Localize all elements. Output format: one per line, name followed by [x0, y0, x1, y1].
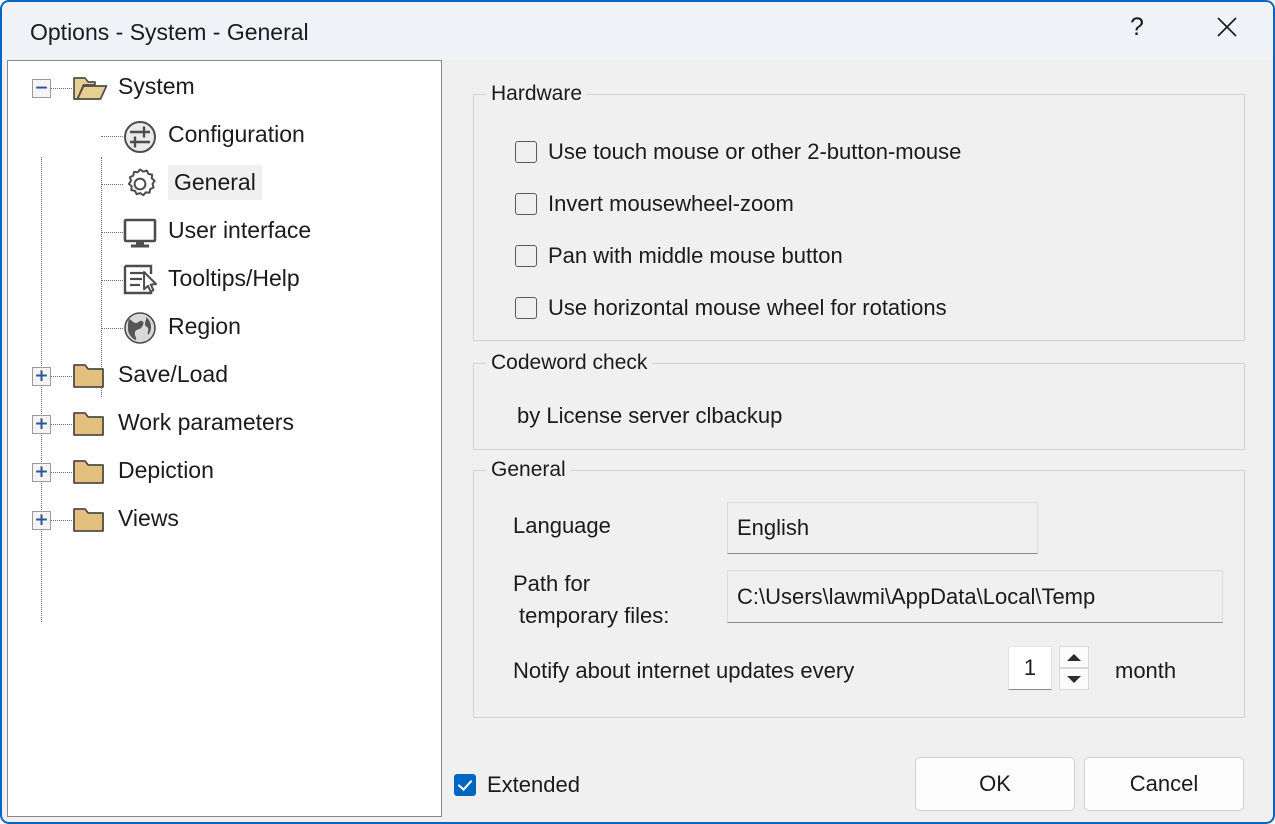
question-mark-icon: ? [1130, 15, 1144, 40]
extended-option[interactable]: Extended [454, 772, 580, 798]
folder-closed-icon [72, 360, 108, 394]
option-label: Invert mousewheel-zoom [548, 191, 794, 217]
document-cursor-icon [122, 263, 158, 297]
close-button[interactable] [1192, 2, 1262, 52]
checkbox-horizontal-wheel-rotations[interactable] [515, 297, 537, 319]
help-button[interactable]: ? [1102, 2, 1172, 52]
folder-open-icon [72, 72, 108, 106]
notify-interval-input[interactable]: 1 [1008, 646, 1052, 690]
expand-toggle-save-load[interactable]: + [32, 367, 51, 386]
tree-item-label: Depiction [118, 457, 214, 484]
tree-connector [101, 232, 123, 234]
close-icon [1214, 14, 1240, 40]
tree-connector [101, 184, 123, 186]
tree-item-label: Region [168, 313, 241, 340]
checkbox-touch-mouse[interactable] [515, 141, 537, 163]
checkbox-invert-mousewheel-zoom[interactable] [515, 193, 537, 215]
ok-button[interactable]: OK [915, 757, 1075, 811]
monitor-icon [122, 217, 158, 251]
temp-path-field[interactable]: C:\Users\lawmi\AppData\Local\Temp [727, 570, 1223, 623]
expand-toggle-work-parameters[interactable]: + [32, 415, 51, 434]
collapse-toggle-system[interactable]: − [32, 79, 51, 98]
notify-interval-unit: month [1115, 658, 1176, 684]
expand-toggle-views[interactable]: + [32, 511, 51, 530]
tree-connector [50, 88, 72, 90]
notify-interval-increment[interactable] [1059, 646, 1089, 668]
checkbox-pan-middle-mouse[interactable] [515, 245, 537, 267]
cancel-button[interactable]: Cancel [1084, 757, 1244, 811]
codeword-check-group-title: Codeword check [486, 351, 652, 375]
notify-updates-label: Notify about internet updates every [513, 658, 854, 684]
path-label-line2: temporary files: [519, 603, 669, 629]
chevron-down-icon [1067, 676, 1081, 683]
tree-item-label: Tooltips/Help [168, 265, 300, 292]
expand-toggle-depiction[interactable]: + [32, 463, 51, 482]
option-pan-middle-mouse[interactable]: Pan with middle mouse button [515, 243, 843, 269]
language-field[interactable]: English [727, 502, 1038, 554]
checkbox-extended[interactable] [454, 774, 476, 796]
option-label: Use touch mouse or other 2-button-mouse [548, 139, 961, 165]
tree-item-label: Save/Load [118, 361, 228, 388]
title-bar: Options - System - General ? [2, 2, 1273, 60]
tree-connector [101, 136, 123, 138]
tree-connector [101, 280, 123, 282]
extended-label: Extended [487, 772, 580, 798]
option-horizontal-wheel-rotations[interactable]: Use horizontal mouse wheel for rotations [515, 295, 947, 321]
tree-item-label: User interface [168, 217, 311, 244]
codeword-status-text: by License server clbackup [517, 403, 782, 429]
tree-item-label: Configuration [168, 121, 305, 148]
tree-item-label: General [168, 165, 262, 200]
notify-interval-decrement[interactable] [1059, 668, 1089, 690]
path-label-line1: Path for [513, 571, 590, 597]
option-label: Pan with middle mouse button [548, 243, 843, 269]
folder-closed-icon [72, 456, 108, 490]
option-label: Use horizontal mouse wheel for rotations [548, 295, 947, 321]
globe-icon [122, 311, 158, 345]
tree-item-label: System [118, 73, 195, 100]
option-invert-mousewheel-zoom[interactable]: Invert mousewheel-zoom [515, 191, 794, 217]
folder-closed-icon [72, 408, 108, 442]
tree-item-label: Views [118, 505, 179, 532]
hardware-group-title: Hardware [486, 82, 587, 106]
sliders-circle-icon [122, 120, 158, 154]
tree-connector [41, 157, 43, 622]
tree-item-label: Work parameters [118, 409, 294, 436]
gear-icon [122, 166, 158, 200]
option-touch-mouse[interactable]: Use touch mouse or other 2-button-mouse [515, 139, 961, 165]
language-label: Language [513, 513, 611, 539]
general-group-title: General [486, 458, 571, 482]
folder-closed-icon [72, 504, 108, 538]
tree-connector [101, 328, 123, 330]
options-dialog: Options - System - General ? − [0, 0, 1275, 824]
settings-tree[interactable]: − System Configuration [7, 60, 442, 817]
chevron-up-icon [1067, 654, 1081, 661]
window-title: Options - System - General [30, 19, 309, 46]
